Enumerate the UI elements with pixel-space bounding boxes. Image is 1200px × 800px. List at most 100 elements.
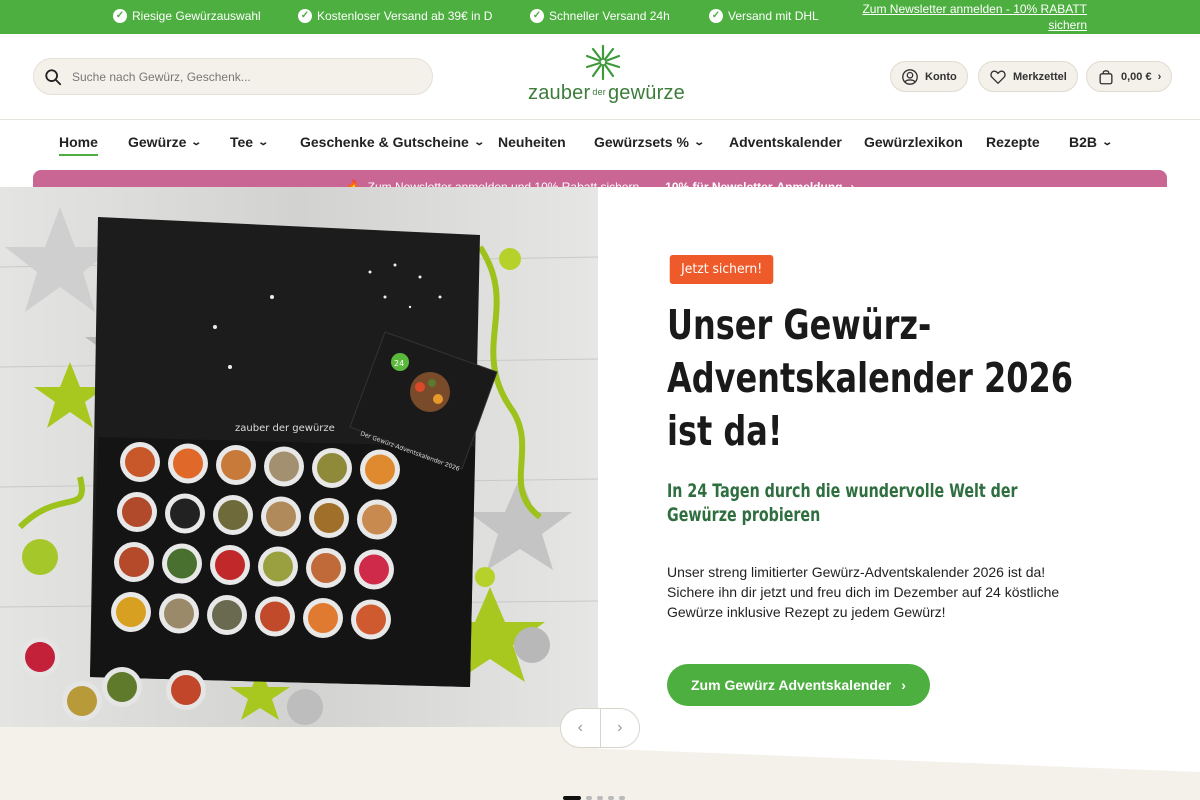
chevron-down-icon: ⌄ [257, 136, 270, 148]
nav-item-gewuerze[interactable]: Gewürze ⌄ [128, 134, 203, 150]
spice-content [263, 551, 293, 582]
check-icon: ✓ [113, 9, 127, 23]
spice-content [308, 603, 338, 633]
check-icon: ✓ [709, 9, 723, 23]
spice-content [122, 497, 152, 527]
spice-content [119, 547, 149, 577]
nav-label: Rezepte [986, 134, 1040, 150]
usp-item: ✓ Kostenloser Versand ab 39€ in D [298, 9, 492, 23]
hero-headline: Unser Gewürz-Adventskalender 2026 ist da… [667, 301, 1074, 455]
nav-item-geschenke[interactable]: Geschenke & Gutscheine ⌄ [300, 134, 485, 150]
hero-content: Jetzt sichern! Unser Gewürz-Adventskalen… [598, 187, 1200, 772]
slider-dot[interactable] [586, 796, 592, 800]
hero-badge: Jetzt sichern! [669, 255, 774, 284]
cta-label: Zum Gewürz Adventskalender [691, 677, 892, 693]
cart-button[interactable]: 0,00 € › [1086, 61, 1173, 92]
chevron-left-icon: ‹ [577, 719, 583, 736]
user-icon [902, 68, 918, 85]
hero-image: zauber der gewürze 24 Der Gewürz-Advents… [0, 187, 598, 727]
site-header: zauberdergewürze Konto Merkzettel 0,00 €… [0, 34, 1200, 120]
nav-label: Home [59, 134, 98, 150]
spice-content [260, 601, 290, 632]
nav-label: Tee [230, 134, 254, 150]
search-icon [45, 68, 62, 85]
logo-word: zauber [528, 82, 591, 104]
spice-content [125, 447, 155, 477]
advent-calendar-illustration: zauber der gewürze 24 Der Gewürz-Advents… [0, 187, 598, 727]
check-icon: ✓ [530, 9, 544, 23]
spice-content [116, 597, 146, 627]
chevron-down-icon: ⌄ [1101, 136, 1114, 148]
nav-item-adventskalender[interactable]: Adventskalender [729, 134, 842, 150]
wishlist-button[interactable]: Merkzettel [978, 61, 1078, 92]
nav-item-gewuerzsets[interactable]: Gewürzsets % ⌄ [594, 134, 706, 150]
card-number: 24 [394, 359, 404, 368]
advent-calendar-button[interactable]: Zum Gewürz Adventskalender › [667, 664, 930, 706]
box-brand-text: zauber der gewürze [235, 423, 335, 434]
heart-icon [990, 69, 1006, 84]
spice-content [314, 503, 344, 533]
chevron-down-icon: ⌄ [473, 136, 485, 148]
usp-label: Schneller Versand 24h [549, 9, 670, 23]
spice-content [218, 500, 248, 530]
nav-item-b2b[interactable]: B2B ⌄ [1069, 134, 1114, 150]
hero-subline: In 24 Tagen durch die wundervolle Welt d… [667, 480, 1018, 526]
usp-bar: ✓ Riesige Gewürzauswahl ✓ Kostenloser Ve… [0, 0, 1200, 34]
spice-content [311, 553, 341, 583]
check-icon: ✓ [298, 9, 312, 23]
search-input[interactable] [72, 69, 392, 84]
nav-item-tee[interactable]: Tee ⌄ [230, 134, 270, 150]
cart-total: 0,00 € [1121, 70, 1152, 83]
logo-wordmark: zauber der gewürze [528, 82, 685, 105]
newsletter-link[interactable]: Zum Newsletter anmelden - 10% RABATT sic… [857, 1, 1087, 33]
spice-content [317, 453, 347, 483]
slider-dot[interactable] [619, 796, 625, 800]
slider-dot[interactable] [608, 796, 614, 800]
usp-item: ✓ Versand mit DHL [709, 9, 819, 23]
slider-dot[interactable] [563, 796, 581, 800]
site-logo[interactable]: zauber der gewürze [528, 44, 685, 110]
spice-content [170, 498, 200, 529]
search-bar[interactable] [33, 58, 433, 95]
wishlist-label: Merkzettel [1013, 70, 1067, 83]
spice-content [269, 451, 299, 482]
main-navigation: Home Gewürze ⌄ Tee ⌄ Geschenke & Gutschein… [0, 120, 1200, 170]
usp-label: Kostenloser Versand ab 39€ in D [317, 9, 493, 23]
spice-content [362, 504, 392, 535]
account-button[interactable]: Konto [890, 61, 968, 92]
nav-label: Adventskalender [729, 134, 842, 150]
account-label: Konto [925, 70, 957, 83]
chevron-right-icon: › [901, 677, 906, 693]
slider-controls: ‹ › [560, 708, 640, 748]
nav-item-home[interactable]: Home [59, 134, 98, 156]
nav-item-neuheiten[interactable]: Neuheiten [498, 134, 566, 150]
slider-dot[interactable] [597, 796, 603, 800]
slider-prev-button[interactable]: ‹ [561, 709, 601, 747]
logo-star-icon [585, 44, 621, 80]
nav-label: Gewürzlexikon [864, 134, 963, 150]
hero-description: Unser streng limitierter Gewürz-Adventsk… [667, 564, 1060, 620]
nav-item-rezepte[interactable]: Rezepte [986, 134, 1040, 150]
nav-label: Gewürze [128, 134, 187, 150]
chevron-right-icon: › [617, 719, 623, 736]
usp-label: Versand mit DHL [728, 9, 819, 23]
chevron-down-icon: ⌄ [693, 136, 706, 148]
usp-item: ✓ Schneller Versand 24h [530, 9, 670, 23]
logo-word: gewürze [607, 82, 685, 104]
slider-dots [563, 796, 625, 800]
spice-content [167, 548, 197, 579]
nav-label: Gewürzsets % [594, 134, 689, 150]
shopping-bag-icon [1099, 69, 1113, 84]
spice-content [266, 501, 296, 532]
chevron-down-icon: ⌄ [190, 136, 203, 148]
spice-content [221, 450, 251, 480]
spice-content [173, 448, 203, 479]
usp-item: ✓ Riesige Gewürzauswahl [113, 9, 261, 23]
nav-label: B2B [1069, 134, 1098, 150]
spice-content [215, 550, 245, 580]
nav-item-gewuerzlexikon[interactable]: Gewürzlexikon [864, 134, 963, 150]
spice-content [212, 600, 242, 630]
slider-next-button[interactable]: › [601, 709, 640, 747]
spice-content [359, 554, 389, 585]
nav-label: Neuheiten [498, 134, 566, 150]
